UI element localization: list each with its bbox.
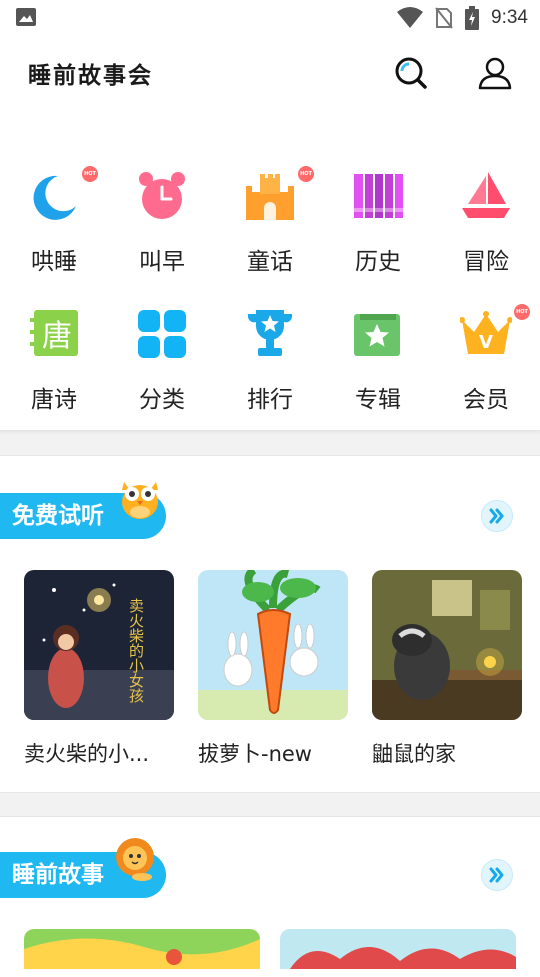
user-profile-button[interactable] — [476, 54, 514, 92]
album-star-icon — [354, 314, 400, 356]
category-label: 冒险 — [463, 249, 509, 275]
double-chevron-right-icon — [489, 508, 504, 524]
story-card[interactable] — [24, 929, 260, 969]
search-icon — [395, 57, 427, 89]
svg-text:z: z — [64, 178, 69, 188]
category-huiyuan[interactable]: V HOT 会员 — [432, 304, 540, 428]
no-sim-icon — [435, 7, 453, 29]
owl-icon — [122, 482, 158, 519]
category-label: 唐诗 — [31, 387, 77, 413]
hot-badge: HOT — [514, 304, 530, 320]
status-bar: 9:34 — [0, 0, 540, 36]
story-cover-partial — [24, 929, 260, 969]
story-title: 拔萝卜-new — [198, 742, 312, 766]
svg-text:z: z — [56, 181, 63, 195]
hot-badge: HOT — [298, 166, 314, 182]
alarm-clock-icon — [139, 172, 185, 219]
sailboat-icon — [462, 172, 510, 218]
search-button[interactable] — [392, 54, 430, 92]
status-time: 9:34 — [491, 7, 528, 28]
bookshelf-icon — [354, 174, 403, 218]
castle-icon — [246, 174, 294, 220]
category-grid: z z HOT 哄睡 叫早 HOT 童话 历史 冒险 唐 唐诗 分类 排行 专辑… — [0, 112, 540, 431]
category-label: 专辑 — [355, 387, 401, 413]
story-card[interactable] — [280, 929, 516, 969]
category-hongshui[interactable]: z z HOT 哄睡 — [0, 166, 108, 290]
tang-poetry-icon: 唐 — [30, 310, 78, 356]
battery-charging-icon — [465, 6, 480, 30]
crown-icon: V — [460, 311, 512, 354]
trophy-icon — [247, 310, 293, 356]
svg-text:V: V — [479, 332, 493, 353]
category-label: 排行 — [247, 387, 293, 413]
wifi-icon — [397, 7, 424, 28]
category-maoxian[interactable]: 冒险 — [432, 170, 540, 290]
app-title: 睡前故事会 — [28, 63, 153, 89]
category-lishi[interactable]: 历史 — [324, 170, 432, 290]
category-tonghua[interactable]: HOT 童话 — [216, 166, 324, 290]
hot-badge: HOT — [82, 166, 98, 182]
story-card[interactable]: 拔萝卜-new — [198, 570, 348, 768]
category-paihang[interactable]: 排行 — [216, 308, 324, 428]
user-icon — [478, 57, 512, 90]
more-button[interactable] — [481, 859, 513, 891]
category-tangshi[interactable]: 唐 唐诗 — [0, 308, 108, 428]
grid-icon — [138, 310, 186, 358]
section-free-trial: 免费试听 卖火柴的小女孩 卖火柴的小... 拔萝卜-new 鼬鼠的家 — [0, 455, 540, 793]
category-label: 历史 — [355, 249, 401, 275]
app-header: 睡前故事会 — [0, 36, 540, 112]
badger-home-cover — [372, 570, 522, 720]
cover-title: 卖火柴的小女孩 — [127, 598, 145, 704]
category-label: 哄睡 — [31, 249, 77, 275]
category-label: 会员 — [463, 387, 509, 413]
carrot-bunnies-cover — [198, 570, 348, 720]
story-card[interactable]: 卖火柴的小女孩 卖火柴的小... — [24, 570, 174, 768]
story-title: 卖火柴的小... — [24, 742, 150, 766]
category-zhuanji[interactable]: 专辑 — [324, 308, 432, 428]
double-chevron-right-icon — [489, 867, 504, 883]
category-label: 叫早 — [139, 249, 185, 275]
tang-char: 唐 — [42, 319, 72, 354]
story-card[interactable]: 鼬鼠的家 — [372, 570, 522, 768]
story-cover-partial — [280, 929, 516, 969]
category-label: 分类 — [139, 387, 185, 413]
match-girl-cover: 卖火柴的小女孩 — [24, 570, 174, 720]
category-label: 童话 — [247, 249, 293, 275]
more-button[interactable] — [481, 500, 513, 532]
section-bedtime-stories: 睡前故事 — [0, 816, 540, 977]
image-notification-icon — [16, 8, 36, 26]
moon-sleep-icon: z z — [33, 175, 76, 220]
category-jiaozao[interactable]: 叫早 — [108, 170, 216, 290]
story-title: 鼬鼠的家 — [372, 742, 456, 766]
lion-icon — [116, 838, 154, 881]
category-fenlei[interactable]: 分类 — [108, 308, 216, 428]
